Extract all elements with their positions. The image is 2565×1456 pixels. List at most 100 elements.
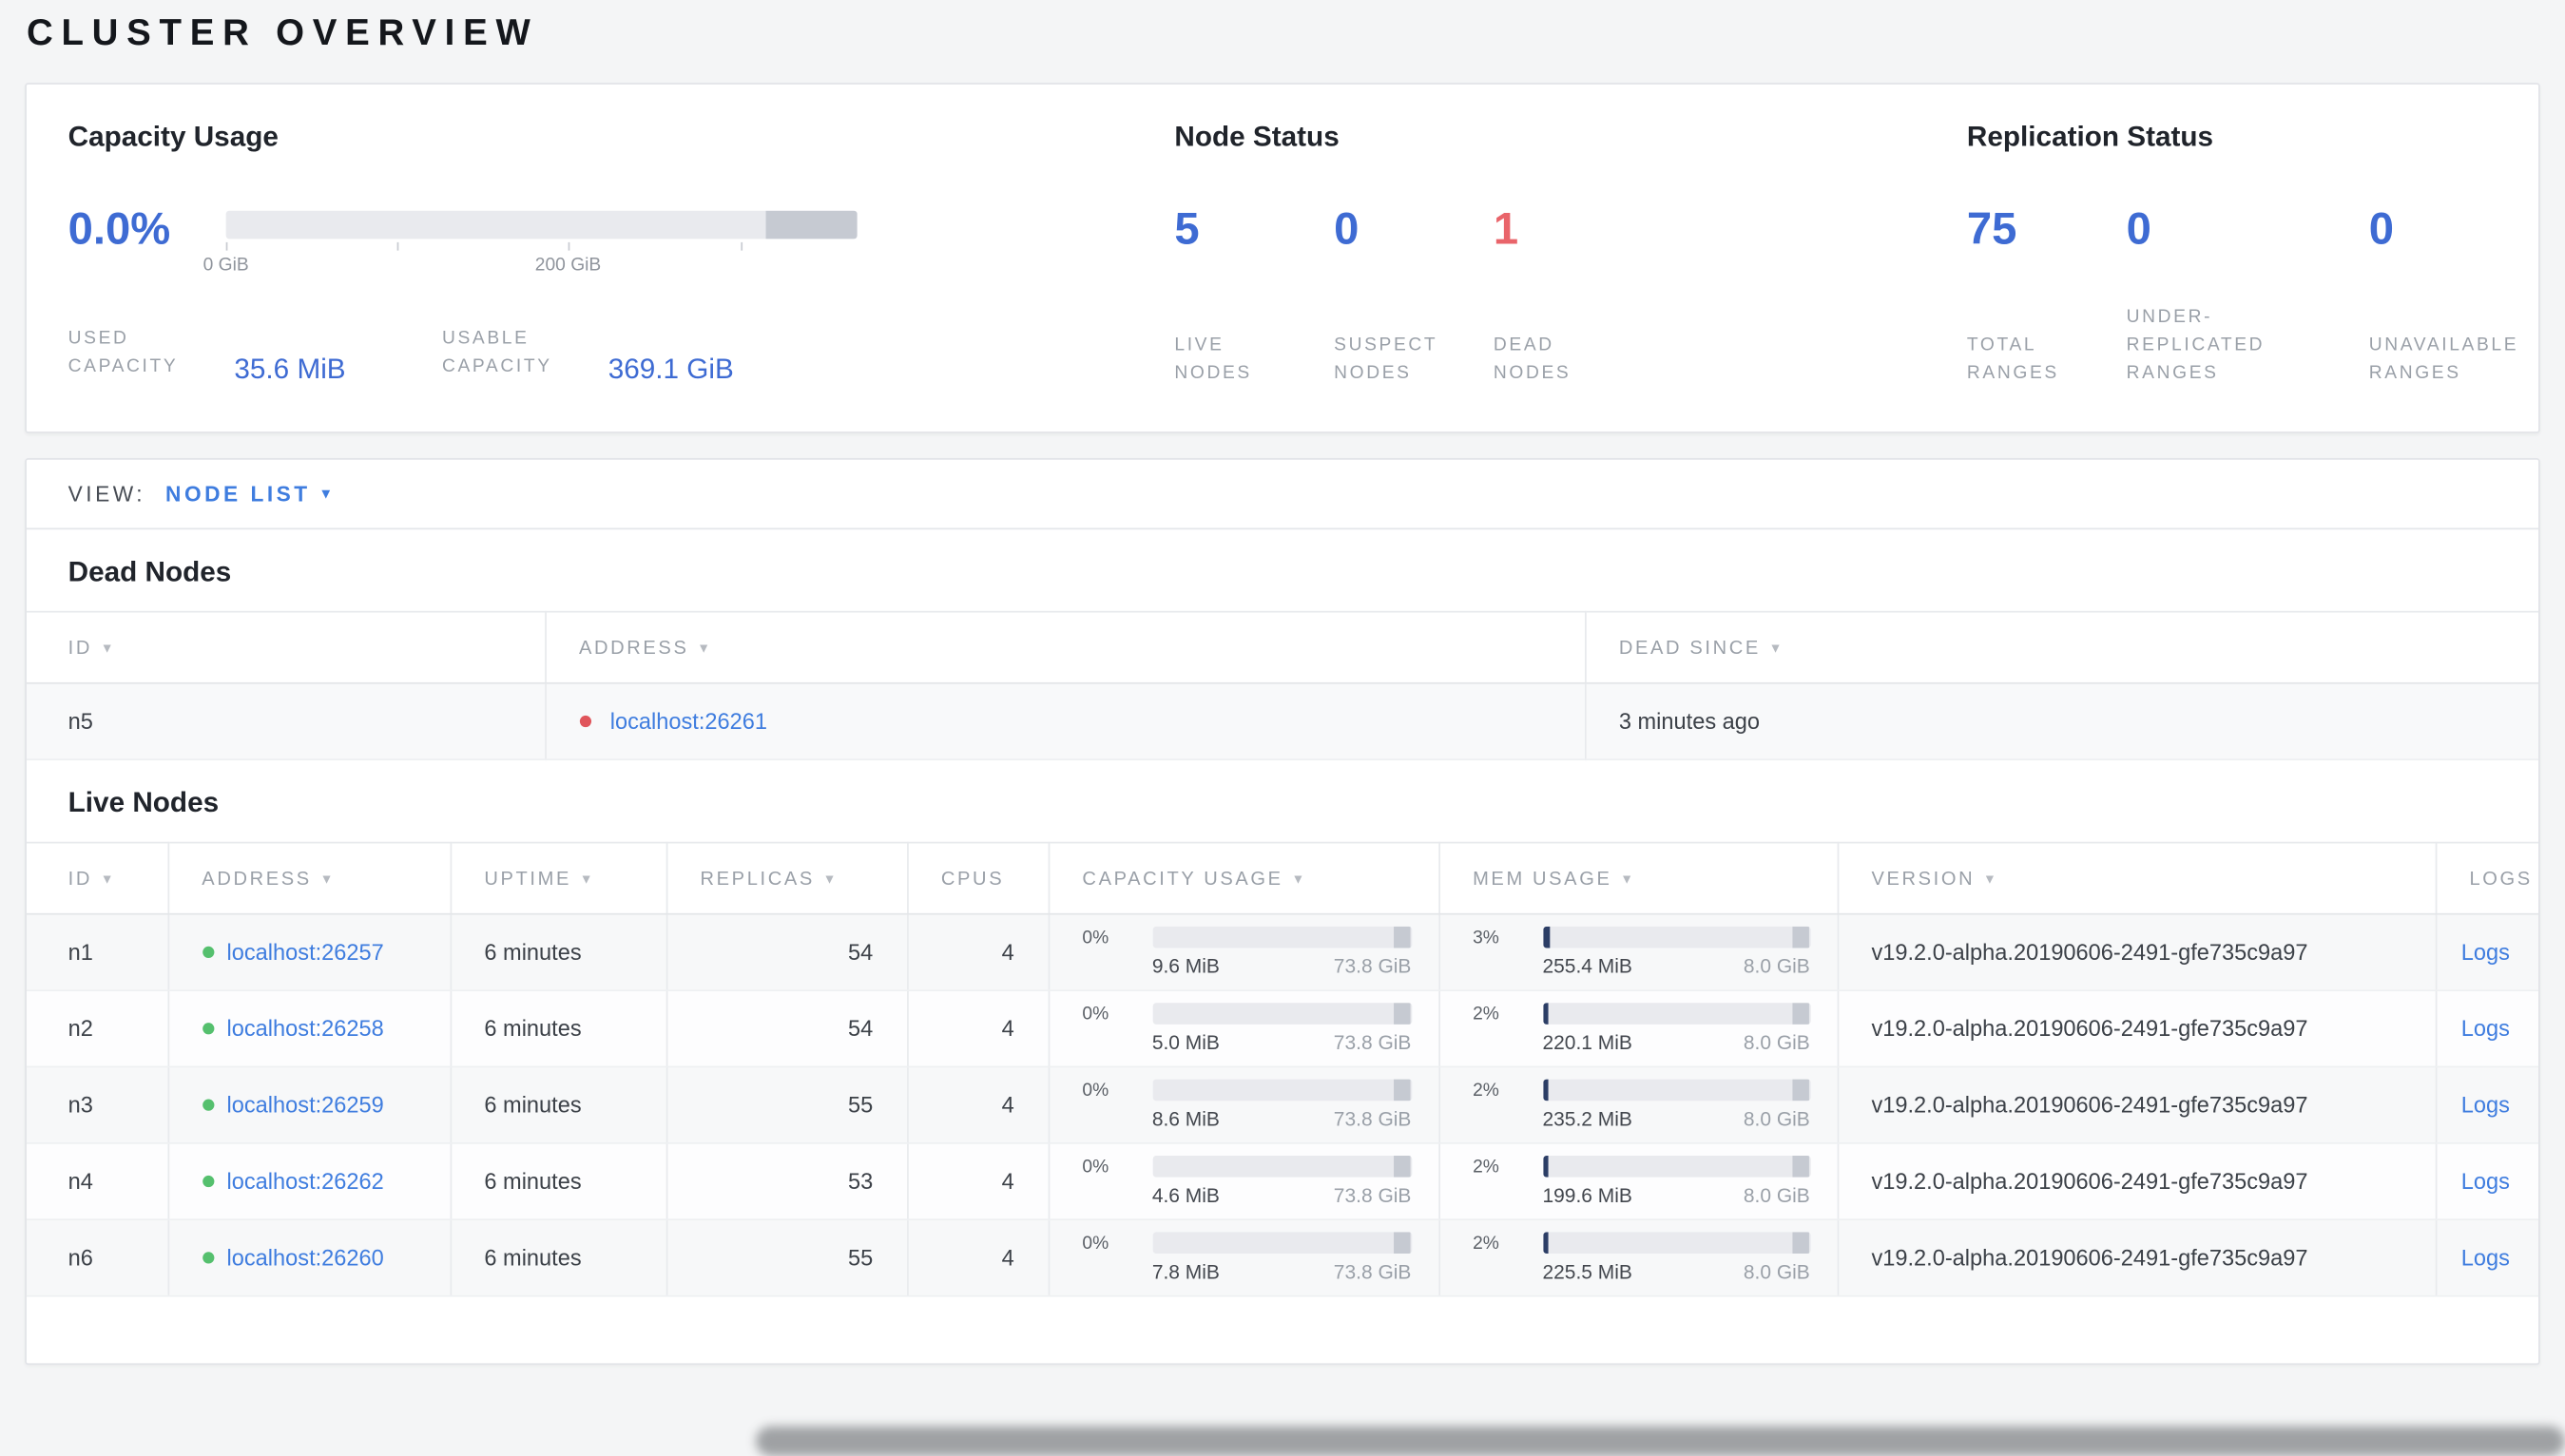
node-address-link[interactable]: localhost:26257 <box>227 940 384 965</box>
dead-col-dead-since[interactable]: DEAD SINCE ▼ <box>1585 610 2539 684</box>
node-address-link[interactable]: localhost:26262 <box>227 1169 384 1194</box>
logs-link[interactable]: Logs <box>2461 1245 2510 1270</box>
mem-used-value: 220.1 MiB <box>1542 1030 1632 1055</box>
live-status-dot-icon <box>202 946 214 959</box>
axis-tick <box>741 241 743 251</box>
capacity-total-value: 73.8 GiB <box>1333 1260 1412 1284</box>
dead-node-id: n5 <box>26 682 547 761</box>
live-status-dot-icon <box>202 1252 214 1264</box>
capacity-percent: 0.0% <box>68 203 171 255</box>
usable-capacity-stat: USABLE CAPACITY 369.1 GiB <box>442 325 734 386</box>
dead-node-row: n5 localhost:26261 3 minutes ago <box>26 682 2539 761</box>
sort-desc-icon: ▼ <box>1768 641 1785 656</box>
dead-col-address[interactable]: ADDRESS ▼ <box>545 610 1586 684</box>
capacity-bar-nonusable-segment <box>765 210 858 239</box>
mem-percent-text: 2% <box>1473 1080 1499 1101</box>
capacity-percent-text: 0% <box>1082 1080 1109 1101</box>
unavailable-ranges-label: UNAVAILABLE RANGES <box>2368 335 2519 384</box>
mem-mini-bar-fill <box>1542 926 1551 948</box>
node-logs-cell: Logs <box>2435 1142 2539 1221</box>
axis-label-200gib: 200 GiB <box>534 255 602 276</box>
logs-link[interactable]: Logs <box>2461 1169 2510 1194</box>
live-col-mem-usage[interactable]: MEM USAGE ▼ <box>1438 841 1839 915</box>
dead-node-address-link[interactable]: localhost:26261 <box>610 709 767 734</box>
mem-total-value: 8.0 GiB <box>1743 954 1810 978</box>
used-capacity-stat: USED CAPACITY 35.6 MiB <box>68 325 346 386</box>
node-id: n1 <box>26 913 169 991</box>
suspect-nodes-label: SUSPECT NODES <box>1334 335 1438 384</box>
live-node-row: n1 localhost:26257 6 minutes 54 4 0% 9.6… <box>26 913 2539 991</box>
unavailable-ranges-stat: 0 UNAVAILABLE RANGES <box>2368 206 2529 388</box>
sort-desc-icon: ▼ <box>1620 872 1636 887</box>
live-nodes-header-row: ID ▼ ADDRESS ▼ UPTIME ▼ REPLICAS ▼ CPUS CAPA… <box>26 841 2539 915</box>
mem-mini-bar <box>1542 926 1810 948</box>
mem-percent-text: 2% <box>1473 1156 1499 1177</box>
mem-used-value: 235.2 MiB <box>1542 1107 1632 1131</box>
capacity-percent-text: 0% <box>1082 927 1109 948</box>
live-node-row: n4 localhost:26262 6 minutes 53 4 0% 4.6… <box>26 1142 2539 1221</box>
live-col-logs[interactable]: LOGS <box>2435 841 2539 915</box>
live-col-version[interactable]: VERSION ▼ <box>1837 841 2437 915</box>
node-address-link[interactable]: localhost:26258 <box>227 1016 384 1041</box>
live-nodes-count: 5 <box>1174 203 1200 255</box>
mem-total-value: 8.0 GiB <box>1743 1107 1810 1131</box>
live-col-replicas[interactable]: REPLICAS ▼ <box>665 841 908 915</box>
cluster-overview-page: CLUSTER OVERVIEW Capacity Usage 0.0% 0 G… <box>0 11 2565 1456</box>
node-address-cell: localhost:26257 <box>167 913 452 991</box>
dead-nodes-stat: 1 DEAD NODES <box>1493 203 1653 388</box>
capacity-mini-bar-nonusable <box>1393 926 1410 948</box>
dead-nodes-title: Dead Nodes <box>68 556 232 588</box>
logs-link[interactable]: Logs <box>2461 1093 2510 1118</box>
summary-card: Capacity Usage 0.0% 0 GiB 200 GiB USED C… <box>25 83 2540 433</box>
sort-desc-icon: ▼ <box>100 872 117 887</box>
live-nodes-title: Live Nodes <box>68 787 220 819</box>
dead-nodes-count: 1 <box>1493 203 1519 255</box>
mem-mini-bar-fill <box>1542 1155 1549 1178</box>
node-address-link[interactable]: localhost:26259 <box>227 1093 384 1118</box>
dead-node-dead-since: 3 minutes ago <box>1585 682 2539 761</box>
dead-status-dot-icon <box>578 715 591 728</box>
capacity-total-value: 73.8 GiB <box>1333 1183 1412 1208</box>
mem-percent-text: 2% <box>1473 1233 1499 1254</box>
mem-used-value: 225.5 MiB <box>1542 1260 1632 1284</box>
live-col-cpus[interactable]: CPUS <box>907 841 1050 915</box>
view-selector-dropdown[interactable]: NODE LIST ▾ <box>165 482 333 507</box>
node-cpus: 4 <box>907 990 1050 1068</box>
capacity-mini-bar-nonusable <box>1393 1155 1410 1178</box>
node-address-cell: localhost:26262 <box>167 1142 452 1221</box>
dead-col-id[interactable]: ID ▼ <box>26 610 547 684</box>
node-uptime: 6 minutes <box>450 1142 667 1221</box>
mem-mini-bar-nonusable <box>1791 1232 1809 1255</box>
replication-status-title: Replication Status <box>1966 121 2214 153</box>
live-nodes-stat: 5 LIVE NODES <box>1174 203 1334 388</box>
live-col-id[interactable]: ID ▼ <box>26 841 169 915</box>
mem-used-value: 255.4 MiB <box>1542 954 1632 978</box>
capacity-axis: 0 GiB 200 GiB <box>203 239 858 281</box>
node-logs-cell: Logs <box>2435 913 2539 991</box>
live-nodes-label: LIVE NODES <box>1174 335 1252 384</box>
axis-tick <box>225 241 228 251</box>
live-col-capacity-usage[interactable]: CAPACITY USAGE ▼ <box>1048 841 1440 915</box>
mem-mini-bar-fill <box>1542 1232 1549 1255</box>
total-ranges-count: 75 <box>1966 203 2017 255</box>
logs-link[interactable]: Logs <box>2461 940 2510 965</box>
capacity-total-value: 73.8 GiB <box>1333 1030 1412 1055</box>
node-address-cell: localhost:26259 <box>167 1066 452 1144</box>
sort-desc-icon: ▼ <box>1982 872 1999 887</box>
used-capacity-label: USED CAPACITY <box>68 328 179 377</box>
capacity-mini-bar <box>1151 1003 1412 1025</box>
node-address-cell: localhost:26260 <box>167 1219 452 1297</box>
node-uptime: 6 minutes <box>450 990 667 1068</box>
logs-link[interactable]: Logs <box>2461 1016 2510 1041</box>
mem-percent-text: 2% <box>1473 1004 1499 1025</box>
node-address-link[interactable]: localhost:26260 <box>227 1245 384 1270</box>
mem-total-value: 8.0 GiB <box>1743 1260 1810 1284</box>
mem-mini-bar <box>1542 1232 1810 1255</box>
capacity-mini-bar <box>1151 1155 1412 1178</box>
live-col-address[interactable]: ADDRESS ▼ <box>167 841 452 915</box>
live-col-uptime[interactable]: UPTIME ▼ <box>450 841 667 915</box>
capacity-used-value: 9.6 MiB <box>1151 954 1220 978</box>
mem-mini-bar <box>1542 1079 1810 1102</box>
capacity-mini-bar-nonusable <box>1393 1003 1410 1025</box>
capacity-used-value: 5.0 MiB <box>1151 1030 1220 1055</box>
